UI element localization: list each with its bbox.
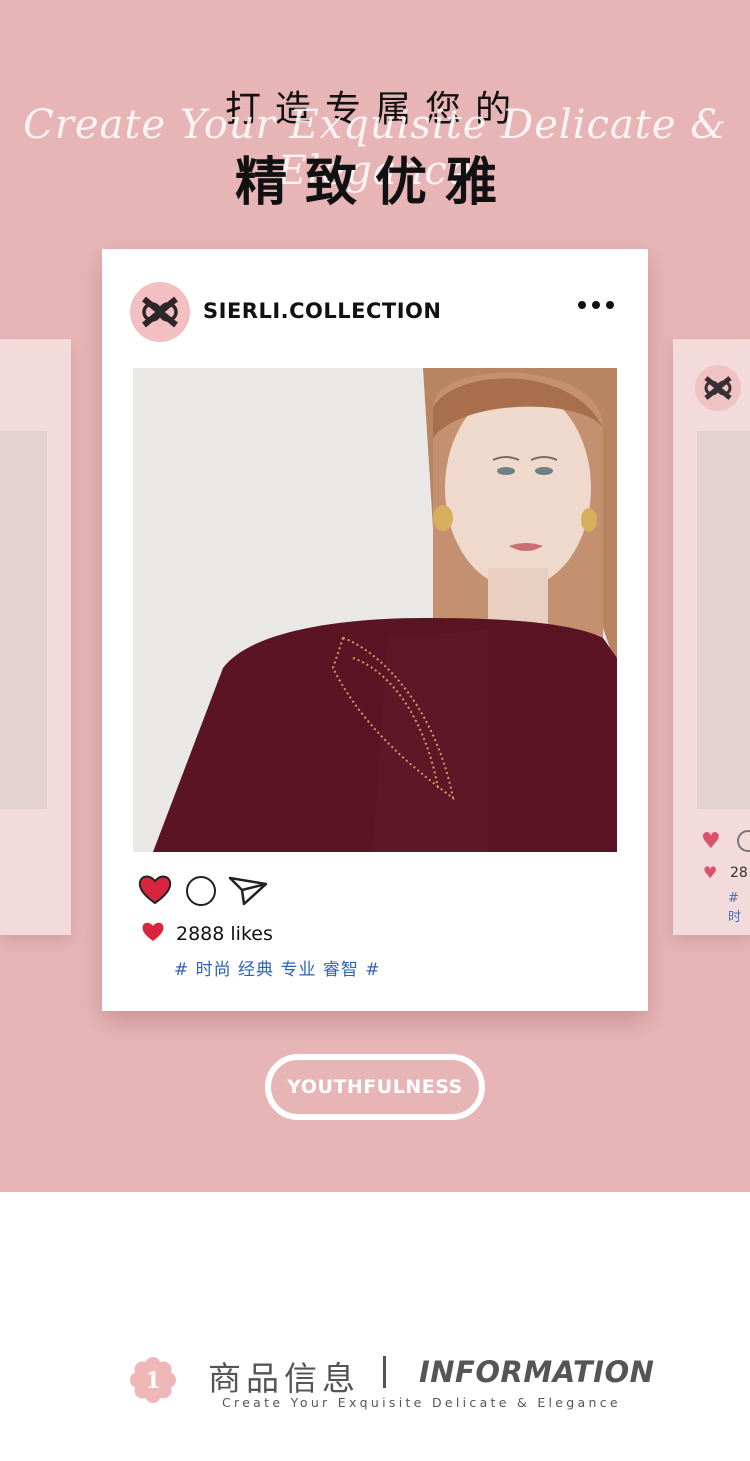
share-icon[interactable]: [228, 876, 268, 910]
comment-icon[interactable]: [186, 876, 216, 906]
more-dots-icon[interactable]: [578, 301, 614, 309]
heart-icon: ♥: [703, 863, 718, 882]
info-title-cn: 商品信息: [208, 1359, 360, 1398]
side-card-right[interactable]: ♥ ♥ 28 # 时: [673, 339, 750, 935]
hashtags[interactable]: # 时尚 经典 专业 睿智 #: [174, 955, 381, 980]
heart-icon[interactable]: [138, 874, 172, 910]
side-card-left[interactable]: [0, 339, 71, 935]
logo-icon: [695, 365, 741, 411]
logo-icon[interactable]: [130, 282, 190, 342]
side-likes-text: 28: [730, 865, 748, 881]
heart-icon: [141, 921, 165, 947]
youthfulness-button[interactable]: YOUTHFULNESS: [265, 1054, 485, 1120]
heart-icon: ♥: [701, 829, 721, 854]
account-handle[interactable]: SIERLI.COLLECTION: [203, 299, 441, 323]
post-photo: [133, 368, 617, 852]
info-title-en: INFORMATION: [419, 1355, 655, 1389]
post-card: SIERLI.COLLECTION 2888 likes # 时尚 经典 专业 …: [102, 249, 648, 1011]
likes-count: 2888 likes: [176, 923, 273, 945]
info-subtitle: Create Your Exquisite Delicate & Eleganc…: [222, 1395, 621, 1410]
comment-icon: [737, 830, 750, 852]
side-card-right-image: [697, 431, 750, 809]
side-tags-text: # 时: [728, 891, 742, 925]
side-card-left-image: [0, 431, 47, 809]
divider: [383, 1356, 386, 1388]
flower-number-icon: 1: [130, 1357, 176, 1407]
info-number: 1: [145, 1368, 160, 1394]
hero-section: 打造专属您的 Create Your Exquisite Delicate & …: [0, 0, 750, 1192]
hero-title-main: 精致优雅: [234, 153, 515, 213]
